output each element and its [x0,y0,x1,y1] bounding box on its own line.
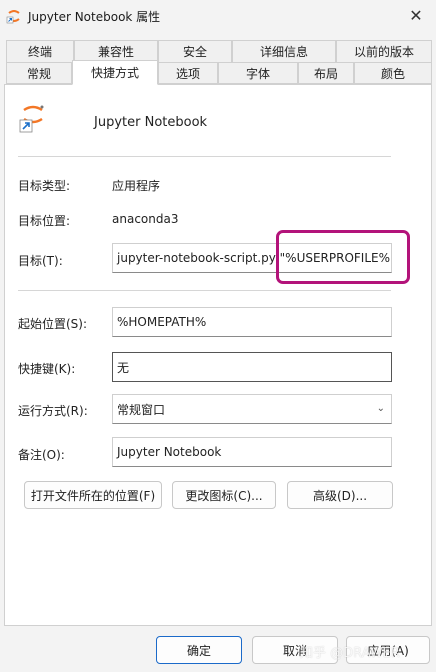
hotkey-input[interactable]: 无 [112,352,392,382]
tab-details[interactable]: 详细信息 [232,40,336,62]
change-icon-button[interactable]: 更改图标(C)... [172,481,276,509]
advanced-button[interactable]: 高级(D)... [287,481,393,509]
start-in-label: 起始位置(S): [18,317,88,331]
target-label: 目标(T): [18,254,63,268]
tab-security[interactable]: 安全 [158,40,232,62]
start-in-value: %HOMEPATH% [117,315,207,329]
hotkey-label: 快捷键(K): [18,362,76,376]
target-type-label: 目标类型: [18,179,71,193]
target-location-value: anaconda3 [112,212,179,226]
comment-label: 备注(O): [18,448,65,462]
run-select[interactable]: 常规窗口 ⌄ [112,394,392,424]
tab-font[interactable]: 字体 [218,62,298,84]
comment-value: Jupyter Notebook [117,445,222,459]
shortcut-icon [19,105,44,133]
run-label: 运行方式(R): [18,404,88,418]
start-in-input[interactable]: %HOMEPATH% [112,307,392,337]
tab-previous-versions[interactable]: 以前的版本 [336,40,432,62]
ok-button[interactable]: 确定 [156,636,242,664]
annotation-highlight [276,230,410,284]
chevron-down-icon: ⌄ [376,403,385,414]
close-button[interactable]: ✕ [396,0,436,30]
tab-layout[interactable]: 布局 [298,62,354,84]
tab-options[interactable]: 选项 [158,62,218,84]
hotkey-value: 无 [117,360,130,375]
window-title: Jupyter Notebook 属性 [28,10,161,24]
open-file-location-button[interactable]: 打开文件所在的位置(F) [24,481,162,509]
jupyter-app-icon [6,10,20,24]
tab-general[interactable]: 常规 [6,62,72,84]
comment-input[interactable]: Jupyter Notebook [112,437,392,467]
title-bar: Jupyter Notebook 属性 ✕ [0,0,436,34]
close-icon: ✕ [409,5,423,25]
tab-shortcut[interactable]: 快捷方式 [72,60,158,85]
tab-terminal[interactable]: 终端 [6,40,74,62]
shortcut-name: Jupyter Notebook [94,115,208,130]
watermark: 知乎 @DRAWER [300,646,400,661]
divider [18,156,391,157]
tab-colors[interactable]: 颜色 [354,62,432,84]
divider [18,290,391,291]
target-location-label: 目标位置: [18,214,71,228]
tab-compatibility[interactable]: 兼容性 [74,40,158,62]
run-value: 常规窗口 [117,402,166,417]
target-type-value: 应用程序 [112,179,161,193]
